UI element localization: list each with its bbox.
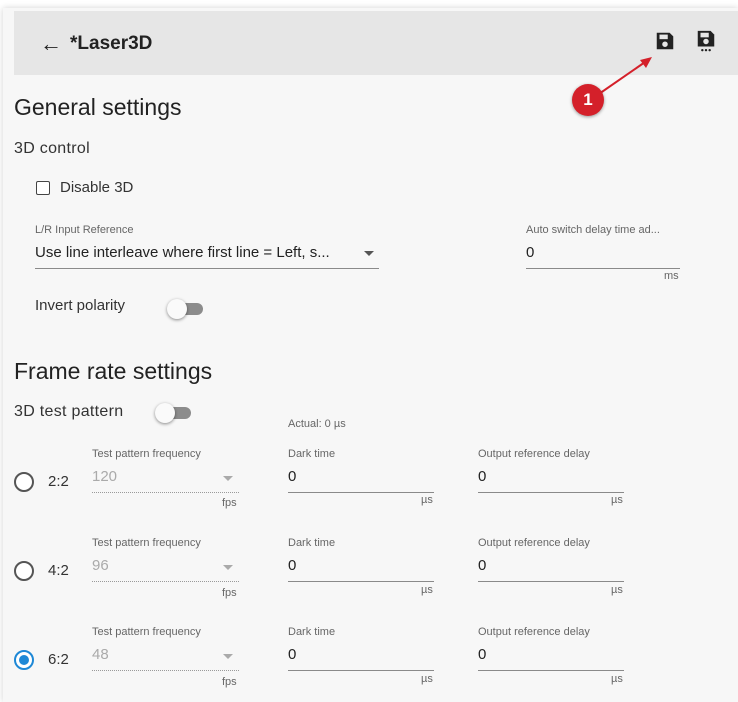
auto-switch-label: Auto switch delay time ad... xyxy=(526,224,660,236)
dark-time-label: Dark time xyxy=(288,537,336,549)
dark-time-underline xyxy=(288,492,434,493)
3d-test-pattern-toggle[interactable] xyxy=(155,403,193,423)
freq-underline xyxy=(92,581,239,582)
dark-time-unit: µs xyxy=(421,584,433,596)
lr-input-select[interactable]: Use line interleave where first line = L… xyxy=(35,244,355,261)
page-title: *Laser3D xyxy=(70,33,153,54)
annotation-badge: 1 xyxy=(572,84,604,116)
dark-time-label: Dark time xyxy=(288,626,336,638)
freq-underline xyxy=(92,492,239,493)
dark-time-input[interactable]: 0 xyxy=(288,557,296,574)
freq-select[interactable]: 120 xyxy=(92,468,117,485)
ratio-label: 2:2 xyxy=(48,473,69,490)
auto-switch-underline xyxy=(526,268,680,269)
invert-polarity-toggle[interactable] xyxy=(167,299,205,319)
ratio-label: 6:2 xyxy=(48,651,69,668)
freq-underline xyxy=(92,670,239,671)
chevron-down-icon[interactable] xyxy=(223,476,233,481)
output-delay-input[interactable]: 0 xyxy=(478,557,486,574)
freq-label: Test pattern frequency xyxy=(92,626,201,638)
freq-label: Test pattern frequency xyxy=(92,537,201,549)
output-delay-unit: µs xyxy=(611,673,623,685)
auto-switch-input[interactable]: 0 xyxy=(526,244,534,261)
floppy-disk-icon[interactable] xyxy=(654,30,676,52)
dark-time-underline xyxy=(288,670,434,671)
dark-time-unit: µs xyxy=(421,494,433,506)
chevron-down-icon[interactable] xyxy=(223,565,233,570)
dark-time-unit: µs xyxy=(421,673,433,685)
freq-unit: fps xyxy=(222,587,237,599)
output-delay-label: Output reference delay xyxy=(478,626,590,638)
3d-test-pattern-label: 3D test pattern xyxy=(14,403,124,420)
output-delay-underline xyxy=(478,492,624,493)
general-settings-heading: General settings xyxy=(14,94,182,120)
disable-3d-label: Disable 3D xyxy=(60,179,134,196)
auto-switch-unit: ms xyxy=(664,270,679,282)
output-delay-label: Output reference delay xyxy=(478,448,590,460)
chevron-down-icon[interactable] xyxy=(223,654,233,659)
dark-time-label: Dark time xyxy=(288,448,336,460)
output-delay-unit: µs xyxy=(611,584,623,596)
output-delay-unit: µs xyxy=(611,494,623,506)
freq-select[interactable]: 48 xyxy=(92,646,109,663)
lr-input-label: L/R Input Reference xyxy=(35,224,134,236)
dark-time-input[interactable]: 0 xyxy=(288,646,296,663)
freq-select[interactable]: 96 xyxy=(92,557,109,574)
output-delay-underline xyxy=(478,670,624,671)
dark-time-underline xyxy=(288,581,434,582)
invert-polarity-label: Invert polarity xyxy=(35,297,126,314)
output-delay-underline xyxy=(478,581,624,582)
chevron-down-icon[interactable] xyxy=(364,251,374,256)
freq-unit: fps xyxy=(222,676,237,688)
output-delay-input[interactable]: 0 xyxy=(478,468,486,485)
floppy-disk-more-icon[interactable] xyxy=(695,30,717,52)
radio-6-2[interactable] xyxy=(14,650,34,670)
ratio-label: 4:2 xyxy=(48,562,69,579)
radio-4-2[interactable] xyxy=(14,561,34,581)
toggle-knob xyxy=(167,299,187,319)
output-delay-label: Output reference delay xyxy=(478,537,590,549)
toggle-knob xyxy=(155,403,175,423)
actual-readout: Actual: 0 µs xyxy=(288,418,346,430)
arrow-left-icon[interactable]: ← xyxy=(40,31,62,57)
dark-time-input[interactable]: 0 xyxy=(288,468,296,485)
radio-2-2[interactable] xyxy=(14,472,34,492)
frame-rate-heading: Frame rate settings xyxy=(14,358,213,384)
freq-label: Test pattern frequency xyxy=(92,448,201,460)
lr-input-underline xyxy=(35,268,379,269)
output-delay-input[interactable]: 0 xyxy=(478,646,486,663)
3d-control-heading: 3D control xyxy=(14,140,90,157)
disable-3d-checkbox[interactable] xyxy=(36,181,50,195)
freq-unit: fps xyxy=(222,497,237,509)
